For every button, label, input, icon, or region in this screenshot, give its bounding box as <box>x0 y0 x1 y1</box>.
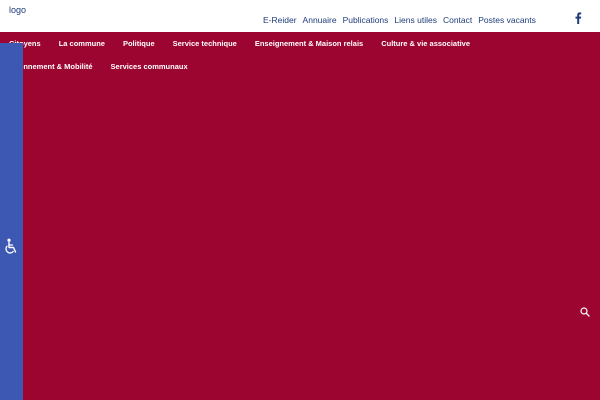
main-nav-row-2: Environnement & Mobilité Services commun… <box>0 55 600 78</box>
accessibility-toolbar[interactable] <box>0 43 23 400</box>
top-link-contact[interactable]: Contact <box>443 15 472 25</box>
nav-item-enseignement[interactable]: Enseignement & Maison relais <box>255 39 363 48</box>
facebook-icon[interactable] <box>574 12 582 24</box>
top-link-annuaire[interactable]: Annuaire <box>303 15 337 25</box>
search-icon[interactable] <box>580 307 590 317</box>
top-link-postes-vacants[interactable]: Postes vacants <box>478 15 536 25</box>
main-nav-row-1: Citoyens La commune Politique Service te… <box>0 32 600 55</box>
nav-item-politique[interactable]: Politique <box>123 39 155 48</box>
nav-item-service-technique[interactable]: Service technique <box>173 39 237 48</box>
nav-item-la-commune[interactable]: La commune <box>59 39 105 48</box>
site-header: logo E-Reider Annuaire Publications Lien… <box>0 0 600 32</box>
wheelchair-icon[interactable] <box>3 238 19 256</box>
nav-item-services-communaux[interactable]: Services communaux <box>111 62 188 71</box>
top-link-e-reider[interactable]: E-Reider <box>263 15 297 25</box>
main-banner: Citoyens La commune Politique Service te… <box>0 32 600 400</box>
main-nav: Citoyens La commune Politique Service te… <box>0 32 600 78</box>
logo[interactable]: logo <box>9 5 26 15</box>
top-link-liens-utiles[interactable]: Liens utiles <box>394 15 437 25</box>
top-link-publications[interactable]: Publications <box>343 15 389 25</box>
nav-item-culture[interactable]: Culture & vie associative <box>381 39 470 48</box>
top-nav: E-Reider Annuaire Publications Liens uti… <box>263 15 542 25</box>
